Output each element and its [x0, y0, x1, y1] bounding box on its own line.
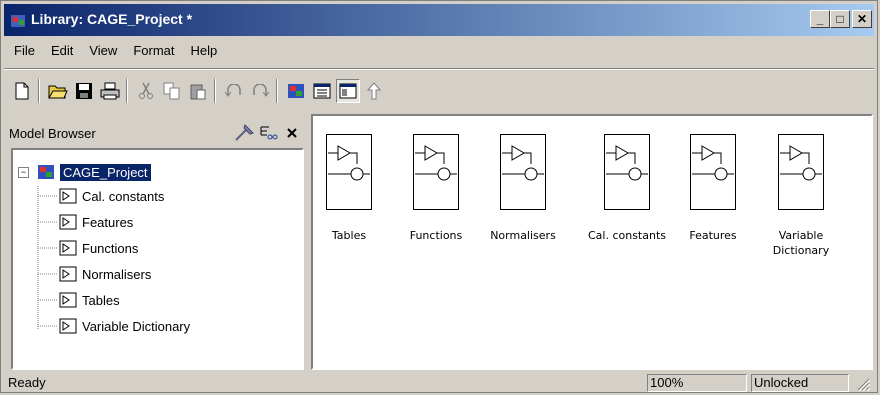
menu-bar: File Edit View Format Help: [6, 41, 225, 63]
project-icon: [38, 165, 54, 179]
block-label-variable-dictionary: Variable Dictionary: [767, 229, 835, 257]
save-icon[interactable]: [72, 79, 96, 103]
toolbar: [6, 73, 871, 109]
toolbar-separator: [276, 79, 278, 103]
block-label-functions: Functions: [409, 229, 463, 242]
status-text: Ready: [8, 375, 46, 390]
toolbar-separator: [126, 79, 128, 103]
tree-item-label: Cal. constants: [82, 188, 165, 204]
menu-help[interactable]: Help: [182, 41, 225, 63]
library-block-tables[interactable]: [326, 134, 372, 210]
library-window: Library: CAGE_Project * _ □ ✕ File Edit …: [0, 0, 878, 393]
tree-item-label: Normalisers: [82, 266, 152, 282]
library-block-variable-dictionary[interactable]: [778, 134, 824, 210]
minimize-button[interactable]: _: [810, 10, 830, 28]
block-label-line-1: Variable: [778, 229, 824, 242]
resize-grip-icon[interactable]: [856, 377, 870, 391]
menu-view[interactable]: View: [81, 41, 125, 63]
tree-item-functions[interactable]: Functions: [59, 238, 138, 258]
library-browser-icon[interactable]: [284, 79, 308, 103]
library-canvas[interactable]: Tables Functions Normalisers Cal. consta…: [311, 114, 873, 370]
block-label-normalisers: Normalisers: [490, 229, 556, 242]
model-explorer-icon[interactable]: [310, 79, 334, 103]
redo-icon[interactable]: [248, 79, 272, 103]
zoom-level: 100%: [647, 374, 747, 392]
tree-item-label: Functions: [82, 240, 139, 256]
toolbar-separator: [38, 79, 40, 103]
close-pane-icon[interactable]: [281, 122, 303, 144]
menu-edit[interactable]: Edit: [43, 41, 81, 63]
library-block-cal-constants[interactable]: [604, 134, 650, 210]
copy-icon[interactable]: [160, 79, 184, 103]
block-label-features: Features: [689, 229, 737, 242]
tree-item-features[interactable]: Features: [59, 212, 133, 232]
block-label-tables: Tables: [331, 229, 367, 242]
toolbar-separator: [214, 79, 216, 103]
block-label-cal-constants: Cal. constants: [587, 229, 667, 242]
maximize-button[interactable]: □: [830, 10, 850, 28]
paste-icon[interactable]: [186, 79, 210, 103]
status-bar: Ready 100% Unlocked: [4, 373, 874, 393]
block-icon: [59, 318, 77, 334]
tree-item-label: Features: [82, 214, 134, 230]
tree-root-label: CAGE_Project: [60, 163, 151, 181]
block-label-line-2: Dictionary: [772, 244, 830, 257]
undo-icon[interactable]: [222, 79, 246, 103]
collapse-toggle-icon[interactable]: −: [18, 166, 29, 178]
model-browser-toggle-icon[interactable]: [336, 79, 360, 103]
block-icon: [59, 214, 77, 230]
lock-status: Unlocked: [751, 374, 849, 392]
tree-item-cal-constants[interactable]: Cal. constants: [59, 186, 164, 206]
new-file-icon[interactable]: [10, 79, 34, 103]
block-icon: [59, 292, 77, 308]
menu-format[interactable]: Format: [125, 41, 182, 63]
block-icon: [59, 266, 77, 282]
tree-item-label: Tables: [82, 292, 120, 308]
model-tree[interactable]: − CAGE_Project Cal. constants Features F…: [11, 148, 304, 370]
tree-root[interactable]: − CAGE_Project: [18, 162, 151, 182]
library-block-functions[interactable]: [413, 134, 459, 210]
browser-options-icon[interactable]: [257, 122, 279, 144]
close-button[interactable]: ✕: [852, 10, 872, 28]
go-to-parent-icon[interactable]: [362, 79, 386, 103]
menu-file[interactable]: File: [6, 41, 43, 63]
cut-icon[interactable]: [134, 79, 158, 103]
title-bar[interactable]: Library: CAGE_Project * _ □ ✕: [4, 4, 874, 36]
pin-icon[interactable]: [233, 122, 255, 144]
window-title: Library: CAGE_Project *: [31, 11, 193, 27]
tree-item-label: Variable Dictionary: [82, 318, 191, 334]
simulink-library-icon: [11, 15, 25, 27]
print-icon[interactable]: [98, 79, 122, 103]
library-block-normalisers[interactable]: [500, 134, 546, 210]
tree-item-normalisers[interactable]: Normalisers: [59, 264, 151, 284]
model-browser-label: Model Browser: [9, 126, 96, 141]
block-icon: [59, 188, 77, 204]
toolbar-divider: [4, 68, 874, 70]
tree-item-tables[interactable]: Tables: [59, 290, 120, 310]
open-folder-icon[interactable]: [46, 79, 70, 103]
library-block-features[interactable]: [690, 134, 736, 210]
block-icon: [59, 240, 77, 256]
tree-item-variable-dictionary[interactable]: Variable Dictionary: [59, 316, 190, 336]
